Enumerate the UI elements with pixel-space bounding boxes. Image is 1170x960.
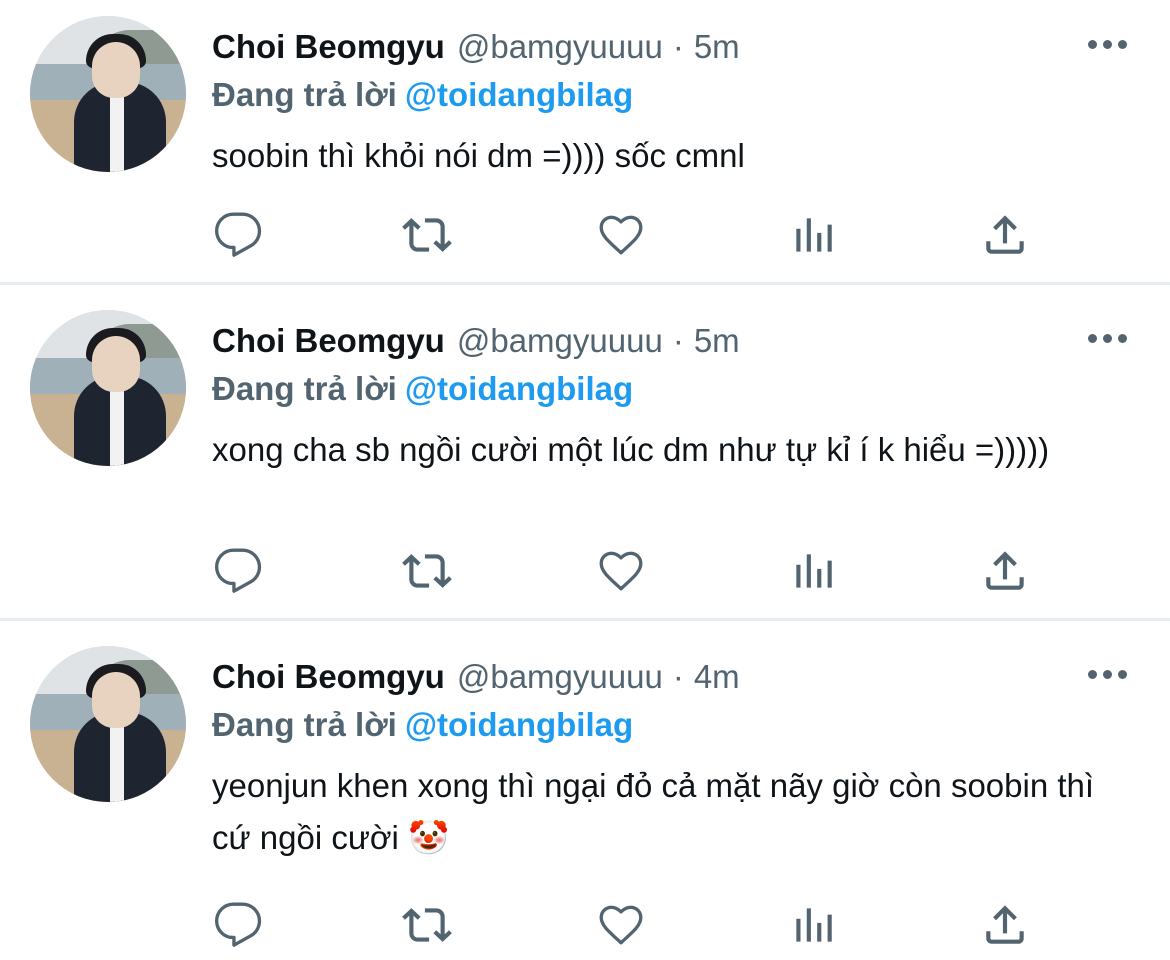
stats-icon[interactable] <box>788 210 838 260</box>
stats-icon[interactable] <box>788 900 838 950</box>
timestamp[interactable]: 5m <box>694 322 740 360</box>
timestamp[interactable]: 4m <box>694 658 740 696</box>
more-icon[interactable] <box>1088 668 1128 680</box>
retweet-icon[interactable] <box>402 210 452 260</box>
reply-icon[interactable] <box>213 210 263 260</box>
share-icon[interactable] <box>980 210 1030 260</box>
retweet-icon[interactable] <box>402 900 452 950</box>
stats-icon[interactable] <box>788 546 838 596</box>
heart-icon[interactable] <box>596 546 646 596</box>
tweet[interactable]: Choi Beomgyu @bamgyuuuu · 5m Đang trả lờ… <box>0 0 1170 284</box>
reply-label: Đang trả lời <box>212 706 397 743</box>
reply-icon[interactable] <box>213 900 263 950</box>
retweet-icon[interactable] <box>402 546 452 596</box>
more-icon[interactable] <box>1088 38 1128 50</box>
reply-icon[interactable] <box>213 546 263 596</box>
separator-dot: · <box>672 658 684 695</box>
tweet-header: Choi Beomgyu @bamgyuuuu · 5m <box>212 322 740 360</box>
heart-icon[interactable] <box>596 210 646 260</box>
reply-label: Đang trả lời <box>212 370 397 407</box>
separator-dot: · <box>672 28 684 65</box>
reply-mention-link[interactable]: @toidangbilag <box>405 76 633 113</box>
reply-mention-link[interactable]: @toidangbilag <box>405 370 633 407</box>
reply-label: Đang trả lời <box>212 76 397 113</box>
tweet-actions <box>0 546 1170 596</box>
tweet[interactable]: Choi Beomgyu @bamgyuuuu · 5m Đang trả lờ… <box>0 284 1170 620</box>
tweet-text: soobin thì khỏi nói dm =)))) sốc cmnl <box>212 137 745 174</box>
reply-context: Đang trả lời @toidangbilag <box>212 370 633 408</box>
author-handle[interactable]: @bamgyuuuu <box>457 28 663 66</box>
avatar[interactable] <box>30 646 186 802</box>
tweet-header: Choi Beomgyu @bamgyuuuu · 4m <box>212 658 740 696</box>
tweet-text: yeonjun khen xong thì ngại đỏ cả mặt nãy… <box>212 767 1095 856</box>
avatar[interactable] <box>30 310 186 466</box>
tweet-actions <box>0 210 1170 260</box>
heart-icon[interactable] <box>596 900 646 950</box>
share-icon[interactable] <box>980 546 1030 596</box>
timestamp[interactable]: 5m <box>694 28 740 66</box>
share-icon[interactable] <box>980 900 1030 950</box>
reply-context: Đang trả lời @toidangbilag <box>212 76 633 114</box>
tweet-text: xong cha sb ngồi cười một lúc dm như tự … <box>212 431 1050 468</box>
reply-context: Đang trả lời @toidangbilag <box>212 706 633 744</box>
author-name[interactable]: Choi Beomgyu <box>212 658 445 696</box>
author-handle[interactable]: @bamgyuuuu <box>457 322 663 360</box>
author-name[interactable]: Choi Beomgyu <box>212 322 445 360</box>
reply-mention-link[interactable]: @toidangbilag <box>405 706 633 743</box>
avatar[interactable] <box>30 16 186 172</box>
tweet-actions <box>0 900 1170 950</box>
more-icon[interactable] <box>1088 332 1128 344</box>
author-handle[interactable]: @bamgyuuuu <box>457 658 663 696</box>
separator-dot: · <box>672 322 684 359</box>
tweet-header: Choi Beomgyu @bamgyuuuu · 5m <box>212 28 740 66</box>
author-name[interactable]: Choi Beomgyu <box>212 28 445 66</box>
tweet[interactable]: Choi Beomgyu @bamgyuuuu · 4m Đang trả lờ… <box>0 620 1170 960</box>
